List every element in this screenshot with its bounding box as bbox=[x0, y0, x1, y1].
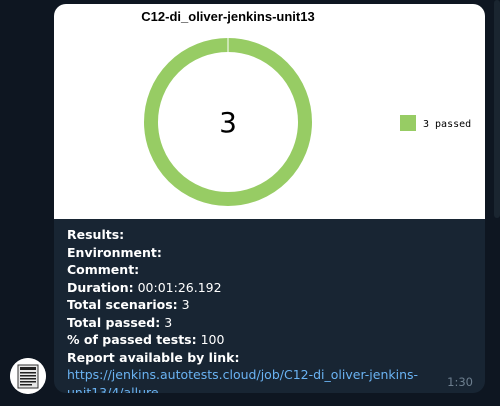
report-link[interactable]: https://jenkins.autotests.cloud/job/C12-… bbox=[67, 367, 418, 393]
legend-label-passed: 3 passed bbox=[423, 119, 471, 130]
document-icon bbox=[10, 358, 46, 394]
percent-passed-line: % of passed tests: 100 bbox=[67, 332, 225, 347]
chart-center-value: 3 bbox=[219, 106, 237, 139]
total-scenarios-value: 3 bbox=[181, 297, 190, 312]
environment-line: Environment: bbox=[67, 244, 162, 260]
total-scenarios-line: Total scenarios: 3 bbox=[67, 297, 190, 312]
chart-title: C12-di_oliver-jenkins-unit13 bbox=[141, 9, 314, 24]
allure-chart-image[interactable]: C12-di_oliver-jenkins-unit13 3 3 passed bbox=[54, 4, 485, 219]
results-line: Results: bbox=[67, 227, 125, 242]
duration-line: Duration: 00:01:26.192 bbox=[67, 279, 222, 295]
comment-line: Comment: bbox=[67, 262, 140, 277]
message-time: 1:30 bbox=[447, 375, 473, 389]
total-passed-line: Total passed: 3 bbox=[67, 314, 173, 330]
message-text: Results: Environment: Comment: Duration:… bbox=[67, 226, 477, 393]
bot-avatar[interactable] bbox=[10, 358, 46, 394]
chat-scrollbar[interactable] bbox=[494, 0, 500, 218]
legend-swatch-passed bbox=[400, 115, 416, 131]
total-passed-value: 3 bbox=[164, 314, 173, 330]
duration-value: 00:01:26.192 bbox=[137, 279, 222, 295]
percent-passed-value: 100 bbox=[200, 332, 225, 347]
message-bubble: C12-di_oliver-jenkins-unit13 3 3 passed … bbox=[54, 4, 485, 393]
donut-chart: C12-di_oliver-jenkins-unit13 3 3 passed bbox=[141, 9, 471, 206]
report-line: Report available by link: https://jenkin… bbox=[67, 349, 477, 394]
